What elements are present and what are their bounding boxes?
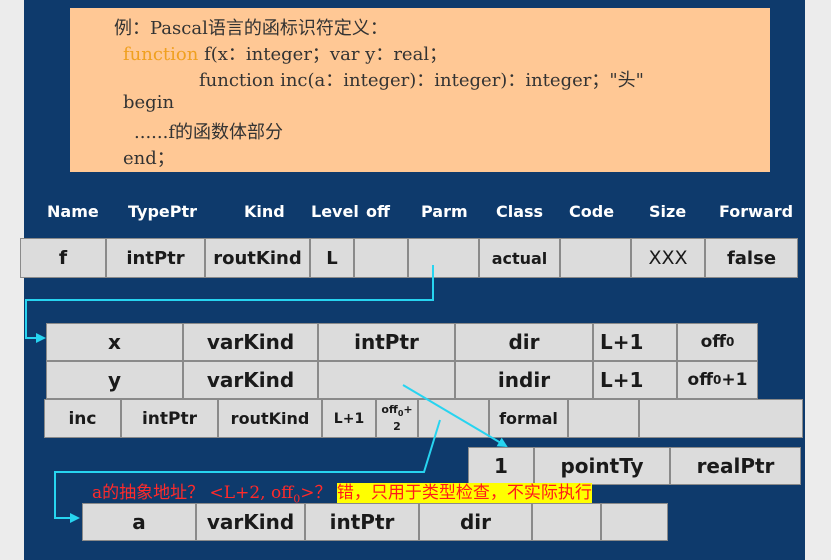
a-level <box>532 503 601 541</box>
header-off: off <box>366 202 390 221</box>
header-class: Class <box>496 202 544 221</box>
y-access: indir <box>455 361 593 399</box>
inc-off-two: 2 <box>393 419 401 433</box>
x-off: off 0 <box>677 323 758 361</box>
a-off <box>601 503 668 541</box>
a-kind: varKind <box>196 503 305 541</box>
inc-off-base: off <box>381 403 398 417</box>
a-typeptr: intPtr <box>305 503 419 541</box>
inc-name: inc <box>44 399 121 438</box>
y-off: off 0 +1 <box>677 361 758 399</box>
f-name: f <box>20 238 106 278</box>
x-off-subscript: 0 <box>726 335 735 349</box>
code-line-function-header: function f(x：integer；var y：real； <box>123 40 447 66</box>
code-line-begin: begin <box>123 92 175 113</box>
f-size: XXX <box>631 238 705 278</box>
header-level: Level <box>311 202 359 221</box>
annotation-question: a的抽象地址？ <L+2, off0>？ <box>92 483 332 505</box>
annotation-question-end: >？ <box>300 483 332 503</box>
header-size: Size <box>649 202 687 221</box>
inc-off-value: off0+ 2 <box>381 404 412 432</box>
inc-off-plus: + <box>403 403 413 417</box>
type-elem: realPtr <box>670 447 801 485</box>
annotation-answer: 错，只用于类型检查，不实际执行 <box>336 483 592 503</box>
f-class: actual <box>479 238 560 278</box>
x-off-base: off <box>700 332 727 352</box>
y-off-base: off <box>687 370 713 390</box>
inc-parm <box>418 399 489 438</box>
a-name: a <box>82 503 196 541</box>
y-off-tail: +1 <box>721 370 748 390</box>
x-kind: varKind <box>183 323 318 361</box>
inc-level: L+1 <box>322 399 376 438</box>
code-line-title: 例：Pascal语言的函标识符定义： <box>114 18 388 39</box>
f-typeptr: intPtr <box>106 238 205 278</box>
inc-class: formal <box>489 399 568 438</box>
annotation: a的抽象地址？ <L+2, off0>？ 错，只用于类型检查，不实际执行 <box>92 478 592 505</box>
f-forward: false <box>705 238 798 278</box>
inc-typeptr: intPtr <box>121 399 218 438</box>
code-line-body: ......f的函数体部分 <box>134 122 283 143</box>
header-kind: Kind <box>244 202 285 221</box>
header-typeptr: TypePtr <box>128 202 198 221</box>
code-line-end: end； <box>123 148 175 169</box>
inc-kind: routKind <box>218 399 322 438</box>
header-name: Name <box>47 202 99 221</box>
header-forward: Forward <box>719 202 794 221</box>
x-typeptr: intPtr <box>318 323 455 361</box>
x-name: x <box>46 323 183 361</box>
f-off <box>354 238 408 278</box>
code-example-box: 例：Pascal语言的函标识符定义： function f(x：integer；… <box>70 8 770 172</box>
code-line-inc-param: function inc(a：integer)：integer)：integer… <box>199 70 644 91</box>
y-level: L+1 <box>593 361 677 399</box>
function-signature: f(x：integer；var y：real； <box>198 44 448 65</box>
y-typeptr <box>318 361 455 399</box>
y-off-subscript: 0 <box>713 373 722 387</box>
function-keyword: function <box>123 44 199 65</box>
f-level: L <box>310 238 354 278</box>
annotation-question-text: a的抽象地址？ <L+2, off <box>92 483 294 503</box>
f-kind: routKind <box>205 238 310 278</box>
inc-off: off0+ 2 <box>376 399 418 438</box>
f-parm <box>408 238 479 278</box>
y-kind: varKind <box>183 361 318 399</box>
header-parm: Parm <box>421 202 468 221</box>
a-access: dir <box>419 503 532 541</box>
inc-size <box>639 399 803 438</box>
header-code: Code <box>569 202 615 221</box>
x-level: L+1 <box>593 323 677 361</box>
inc-code <box>568 399 639 438</box>
x-access: dir <box>455 323 593 361</box>
y-name: y <box>46 361 183 399</box>
f-code <box>560 238 631 278</box>
